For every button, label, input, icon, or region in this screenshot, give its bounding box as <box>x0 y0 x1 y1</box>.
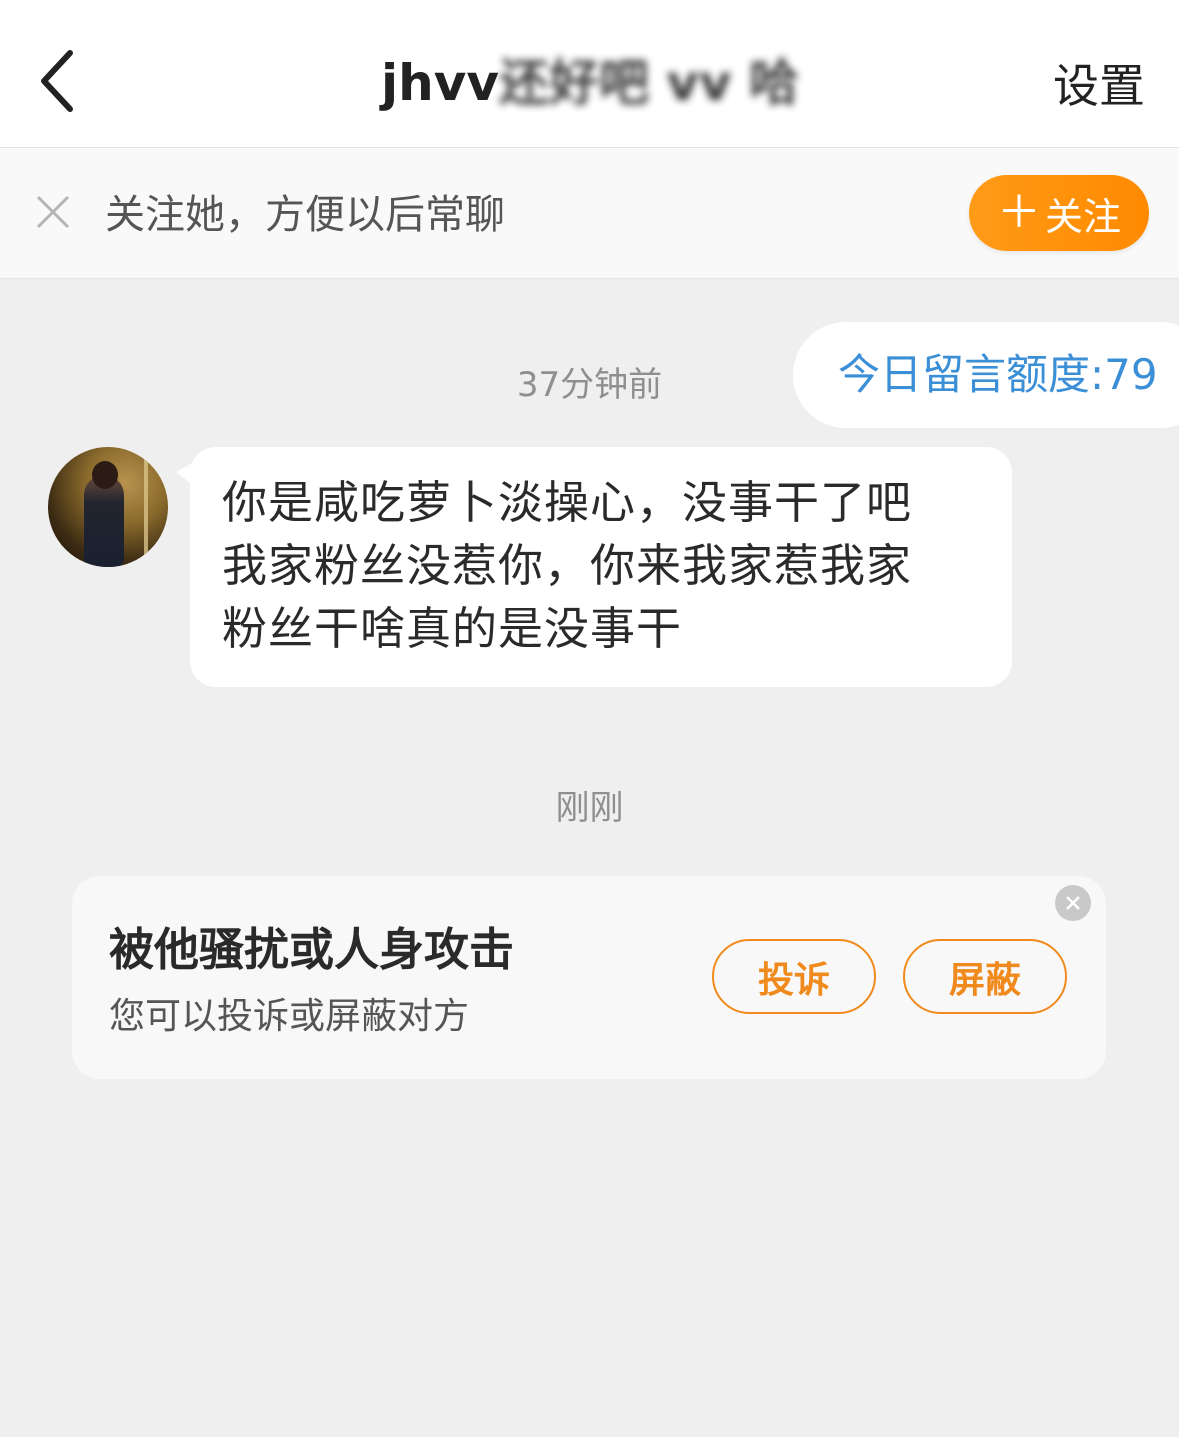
message-line: 你是咸吃萝卜淡操心，没事干了吧 <box>222 476 913 529</box>
follow-button[interactable]: ＋ 关注 <box>969 175 1149 251</box>
back-button[interactable] <box>26 46 86 116</box>
message-line: 我家粉丝没惹你，你来我家惹我家 <box>222 539 913 592</box>
close-icon[interactable] <box>33 192 73 232</box>
title-visible-text: jhvv <box>381 54 499 112</box>
close-circle-icon[interactable] <box>1055 885 1091 921</box>
settings-button[interactable]: 设置 <box>1053 56 1145 116</box>
avatar[interactable] <box>48 447 168 567</box>
report-subtitle: 您可以投诉或屏蔽对方 <box>109 996 470 1037</box>
plus-icon: ＋ <box>996 187 1041 238</box>
message-bubble[interactable]: 你是咸吃萝卜淡操心，没事干了吧 我家粉丝没惹你，你来我家惹我家 粉丝干啥真的是没… <box>190 447 1012 687</box>
message-line: 粉丝干啥真的是没事干 <box>222 602 683 655</box>
message-text: 你是咸吃萝卜淡操心，没事干了吧 我家粉丝没惹你，你来我家惹我家 粉丝干啥真的是没… <box>222 471 962 660</box>
follow-button-label: 关注 <box>1044 194 1121 239</box>
second-timestamp: 刚刚 <box>555 788 624 828</box>
complain-button[interactable]: 投诉 <box>712 939 876 1014</box>
follow-prompt: 关注她，方便以后常聊 <box>105 192 505 238</box>
conversation-title: jhvv还好吧 vv 哈 <box>290 48 890 118</box>
report-card: 被他骚扰或人身攻击 您可以投诉或屏蔽对方 投诉 屏蔽 <box>72 876 1106 1079</box>
title-obscured-text: 还好吧 vv 哈 <box>498 54 799 112</box>
follow-suggestion-bar: 关注她，方便以后常聊 ＋ 关注 <box>0 148 1179 279</box>
chevron-left-icon <box>41 50 73 112</box>
nav-header: jhvv还好吧 vv 哈 设置 <box>0 0 1179 148</box>
message-timestamp: 37分钟前 <box>516 365 663 405</box>
block-button[interactable]: 屏蔽 <box>903 939 1067 1014</box>
report-title: 被他骚扰或人身攻击 <box>109 923 515 976</box>
